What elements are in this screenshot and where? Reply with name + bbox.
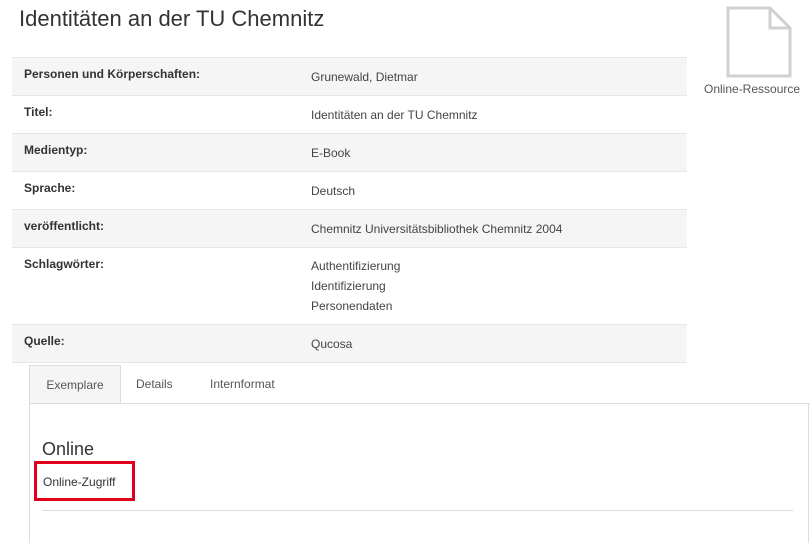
row-value: E-Book (311, 134, 687, 172)
record-row-source: Quelle: Qucosa (12, 324, 687, 363)
row-value: Deutsch (311, 172, 687, 210)
published-value: Chemnitz Universitätsbibliothek Chemnitz… (311, 222, 563, 236)
subject-link[interactable]: Identifizierung (311, 276, 687, 296)
row-label: Schlagwörter: (24, 257, 105, 271)
page-title: Identitäten an der TU Chemnitz (19, 6, 325, 31)
subject-link[interactable]: Personendaten (311, 296, 687, 316)
record-row-subjects: Schlagwörter: Authentifizierung Identifi… (12, 247, 687, 325)
title-value: Identitäten an der TU Chemnitz (311, 108, 478, 122)
row-label: veröffentlicht: (24, 219, 105, 233)
row-value: Identitäten an der TU Chemnitz (311, 96, 687, 134)
row-label: Personen und Körperschaften: (24, 67, 201, 81)
row-label: Quelle: (24, 334, 65, 348)
row-value: Chemnitz Universitätsbibliothek Chemnitz… (311, 210, 687, 248)
row-label: Titel: (24, 105, 53, 119)
subject-link[interactable]: Authentifizierung (311, 256, 687, 276)
record-details-table: Personen und Körperschaften: Grunewald, … (12, 57, 687, 363)
row-value: Authentifizierung Identifizierung Person… (311, 248, 687, 325)
holdings-tabs: Exemplare Details Internformat (29, 365, 810, 404)
author-link[interactable]: Grunewald, Dietmar (311, 67, 687, 87)
row-label: Sprache: (24, 181, 76, 195)
row-value[interactable]: Grunewald, Dietmar (311, 58, 687, 96)
tab-panel (29, 403, 809, 543)
divider (42, 510, 793, 511)
source-value: Qucosa (311, 337, 353, 351)
row-label: Medientyp: (24, 143, 88, 157)
media-type-value: E-Book (311, 146, 351, 160)
record-row-title: Titel: Identitäten an der TU Chemnitz (12, 95, 687, 134)
record-row-authors: Personen und Körperschaften: Grunewald, … (12, 57, 687, 96)
highlight-box (34, 461, 135, 501)
record-row-published: veröffentlicht: Chemnitz Universitätsbib… (12, 209, 687, 248)
online-section-heading: Online (42, 439, 95, 459)
document-icon (726, 6, 792, 78)
tab-details[interactable]: Details (136, 365, 180, 403)
language-value: Deutsch (311, 184, 356, 198)
record-row-language: Sprache: Deutsch (12, 171, 687, 210)
row-value: Qucosa (311, 325, 687, 363)
record-row-media-type: Medientyp: E-Book (12, 133, 687, 172)
thumbnail-caption: Online-Ressource (704, 82, 801, 96)
tab-exemplare[interactable]: Exemplare (29, 365, 121, 403)
tab-internformat[interactable]: Internformat (210, 365, 290, 403)
